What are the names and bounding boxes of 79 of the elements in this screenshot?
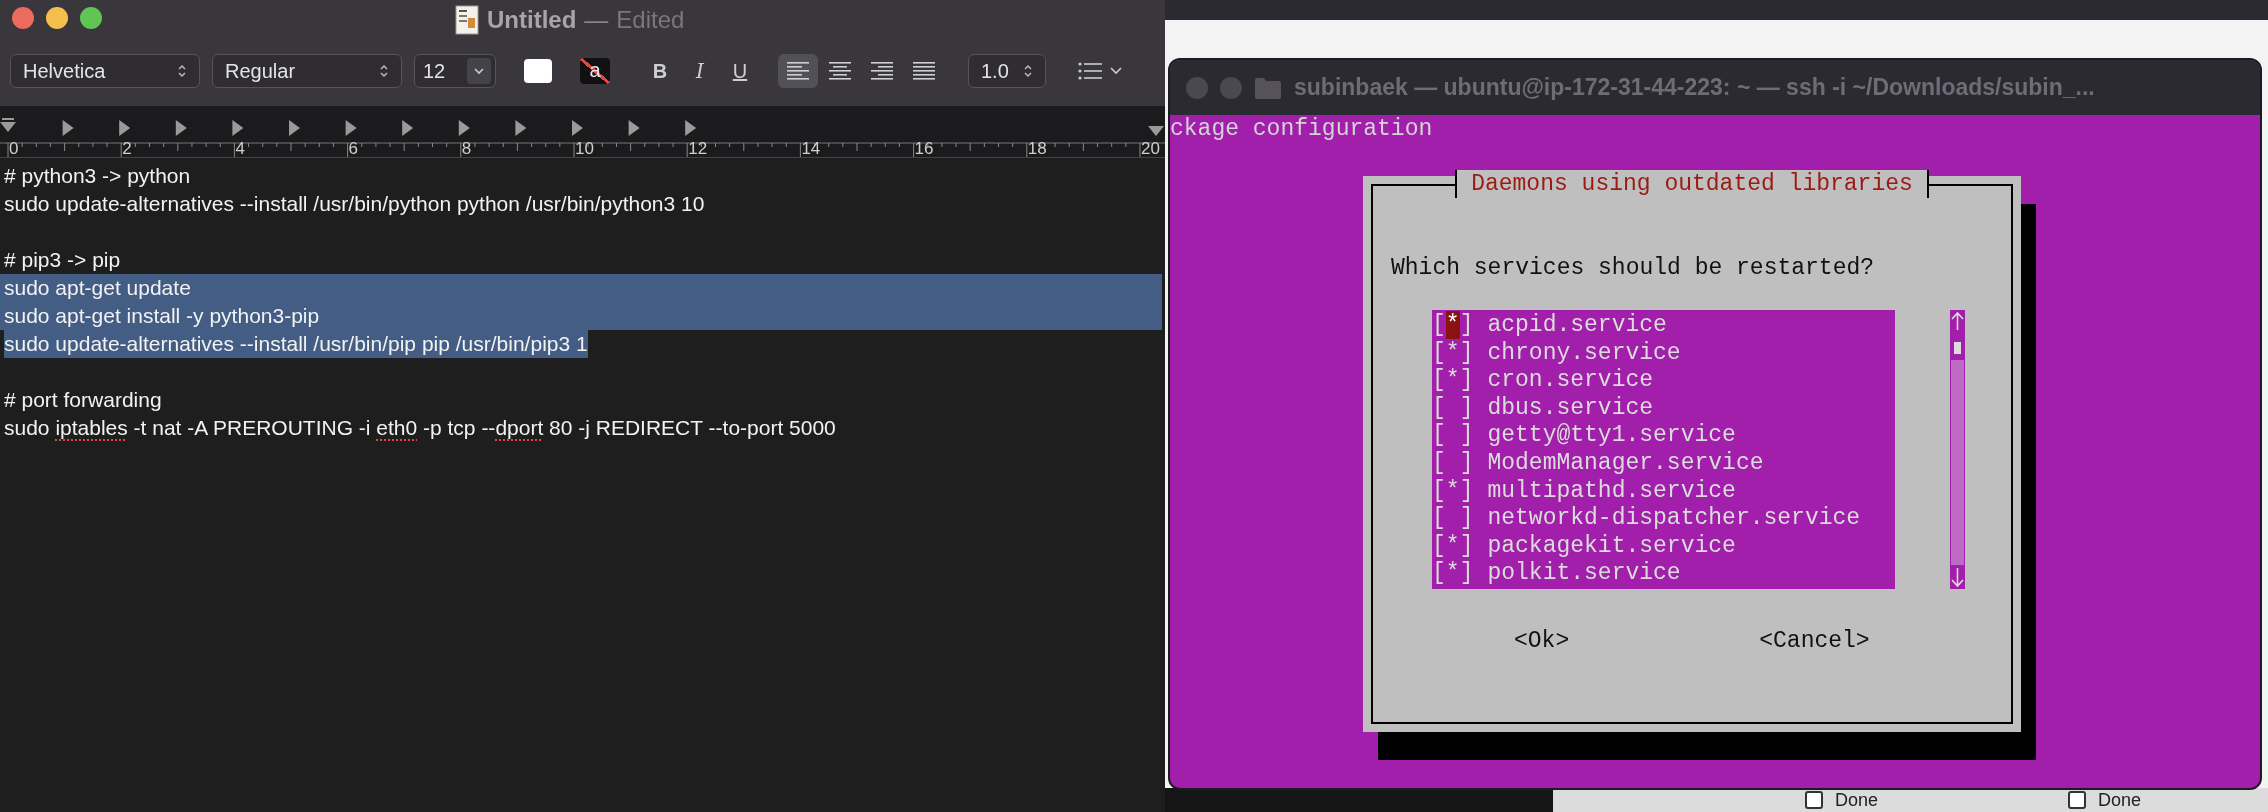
close-button[interactable]: [12, 7, 34, 29]
text-line: sudo update-alternatives --install /usr/bin/python python /usr/bin/python3 10: [4, 191, 705, 217]
text-line: sudo apt-get update: [4, 275, 191, 301]
align-justify-icon: [913, 62, 935, 80]
stepper-icon: [177, 63, 187, 79]
ruler-label: 2: [122, 140, 132, 157]
edited-status: Edited: [616, 5, 685, 35]
font-style-select[interactable]: Regular: [212, 54, 402, 88]
checkbox-label: Done: [1835, 789, 1879, 811]
list-icon: [1078, 62, 1102, 80]
ruler-label: 0: [9, 140, 19, 157]
checkbox-label: Done: [2098, 789, 2142, 811]
ruler-label: 4: [235, 140, 245, 157]
align-right-icon: [871, 62, 893, 80]
service-option[interactable]: [ ] dbus.service: [1432, 393, 1895, 422]
stepper-icon: [379, 63, 389, 79]
tab-stop-icon[interactable]: [345, 120, 357, 136]
ruler-label: 14: [801, 140, 821, 157]
line-spacing-select[interactable]: 1.0: [968, 54, 1046, 88]
folder-icon: [1254, 75, 1282, 100]
text-line: # port forwarding: [4, 387, 162, 413]
service-option[interactable]: [*] multipathd.service: [1432, 476, 1895, 505]
tab-stop-icon[interactable]: [402, 120, 414, 136]
dialog-button[interactable]: <Cancel>: [1759, 627, 1870, 655]
right-margin-marker-icon[interactable]: [1148, 126, 1164, 136]
tab-stop-icon[interactable]: [628, 120, 640, 136]
dialog-button[interactable]: <Ok>: [1514, 627, 1570, 655]
service-option[interactable]: [ ] getty@tty1.service: [1432, 421, 1895, 449]
indent-marker-icon[interactable]: [0, 118, 16, 132]
text-line: sudo apt-get install -y python3-pip: [4, 303, 320, 329]
service-option[interactable]: [*] acpid.service: [1432, 311, 1895, 339]
terminal-header: ckage configuration: [1170, 115, 1434, 143]
minimize-button[interactable]: [46, 7, 68, 29]
text-style-button[interactable]: U: [722, 54, 758, 88]
font-size-field[interactable]: 12: [414, 54, 496, 88]
ruler-label: 8: [461, 140, 472, 157]
tab-stop-icon[interactable]: [458, 120, 470, 136]
service-option[interactable]: [ ] ModemManager.service: [1432, 448, 1895, 477]
window-title: subinbaek — ubuntu@ip-172-31-44-223: ~ — ssh -i ~/Downloads/subin_...: [1294, 73, 2095, 103]
tab-stop-icon[interactable]: [175, 120, 187, 136]
align-left-icon: [787, 62, 809, 80]
font-family-select[interactable]: Helvetica: [10, 54, 200, 88]
checkbox[interactable]: [1805, 791, 1823, 809]
ruler-label: 6: [348, 140, 359, 157]
ruler-label: 16: [914, 140, 934, 157]
zoom-button[interactable]: [80, 7, 102, 29]
ruler-label: 18: [1027, 140, 1047, 157]
tab-stop-icon[interactable]: [119, 120, 131, 136]
service-option[interactable]: [*] packagekit.service: [1432, 531, 1895, 560]
text-line: # python3 -> python: [4, 163, 191, 189]
dialog-prompt: Which services should be restarted?: [1391, 254, 1876, 282]
tab-stop-icon[interactable]: [232, 120, 244, 136]
ruler-label: 20: [1141, 140, 1160, 157]
chevron-down-icon: [467, 58, 491, 84]
text-line: # pip3 -> pip: [4, 247, 121, 273]
align-center-icon: [829, 62, 851, 80]
alignment-button[interactable]: [778, 54, 818, 88]
text-style-button[interactable]: I: [682, 54, 718, 88]
ruler-label: 10: [575, 140, 594, 157]
dialog-title: Daemons using outdated libraries: [1455, 170, 1929, 198]
stepper-icon: [1023, 63, 1033, 79]
ruler-label: 12: [688, 140, 708, 157]
tab-stop-icon[interactable]: [289, 120, 300, 136]
tab-stop-icon[interactable]: [515, 120, 527, 136]
service-option[interactable]: [ ] networkd-dispatcher.service: [1432, 504, 1895, 532]
document-icon: [455, 5, 479, 35]
text-line: sudo iptables -t nat -A PREROUTING -i eth0 -p tcp --dport 80 -j REDIRECT --to-port 5000: [4, 415, 836, 441]
service-option[interactable]: [*] chrony.service: [1432, 338, 1895, 367]
tab-stop-icon[interactable]: [685, 120, 697, 136]
service-option[interactable]: [*] polkit.service: [1432, 559, 1895, 587]
chevron-down-icon: [1110, 67, 1122, 75]
window-title: Untitled: [487, 5, 577, 35]
text-style-button[interactable]: B: [642, 54, 678, 88]
checkbox[interactable]: [2068, 791, 2087, 809]
tab-stop-icon[interactable]: [62, 120, 74, 136]
text-color-swatch[interactable]: [524, 59, 552, 83]
service-option[interactable]: [*] cron.service: [1432, 366, 1895, 394]
title-dash: —: [584, 5, 609, 35]
tab-stop-icon[interactable]: [572, 120, 583, 136]
